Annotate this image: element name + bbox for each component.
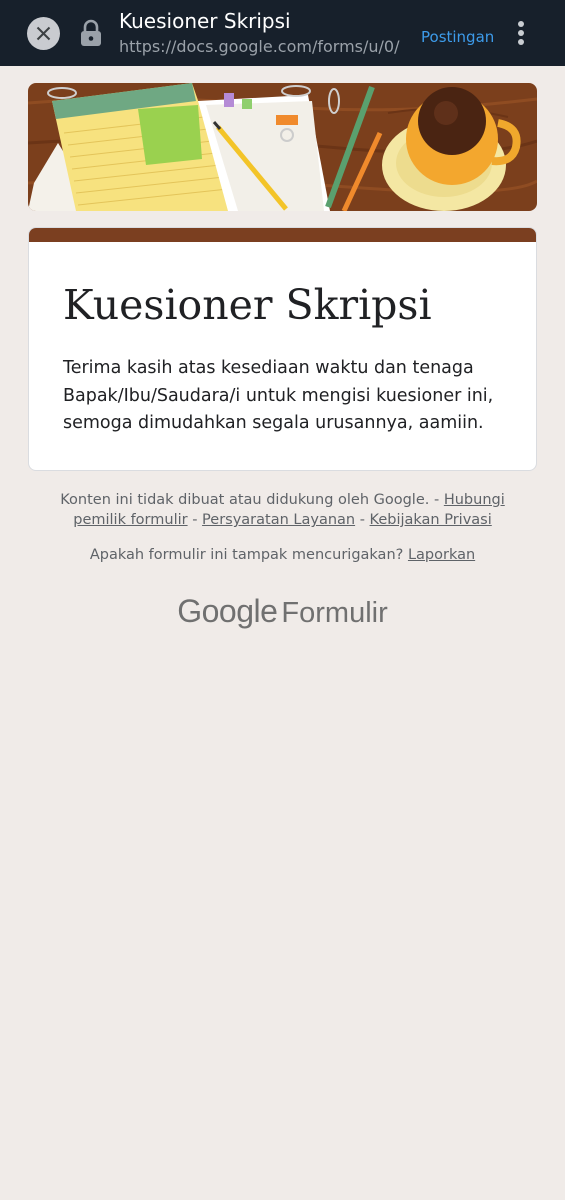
more-vert-icon[interactable] (509, 19, 533, 47)
url-text[interactable]: https://docs.google.com/forms/u/0/ (119, 36, 406, 58)
page-title: Kuesioner Skripsi (119, 9, 291, 33)
form-header-card: Kuesioner Skripsi Terima kasih atas kese… (28, 227, 537, 471)
lock-icon[interactable] (79, 19, 103, 47)
footer-report: Apakah formulir ini tampak mencurigakan?… (40, 545, 525, 565)
desk-illustration (28, 83, 537, 211)
post-button[interactable]: Postingan (421, 27, 494, 47)
terms-link[interactable]: Persyaratan Layanan (202, 512, 355, 528)
separator: - (429, 492, 444, 508)
form-title: Kuesioner Skripsi (63, 281, 432, 329)
disclaimer-text: Konten ini tidak dibuat atau didukung ol… (60, 492, 430, 508)
header-banner (28, 83, 537, 211)
form-description: Terima kasih atas kesediaan waktu dan te… (63, 358, 494, 433)
report-question: Apakah formulir ini tampak mencurigakan? (89, 547, 404, 563)
browser-top-bar: Kuesioner Skripsi https://docs.google.co… (0, 0, 565, 66)
card-accent-bar (29, 228, 536, 242)
brand-google-text: Google (177, 593, 278, 629)
close-button[interactable] (27, 17, 60, 50)
brand-product-text: Formulir (281, 597, 388, 629)
google-forms-logo[interactable]: Google Formulir (0, 593, 565, 630)
close-icon (36, 26, 51, 41)
footer-disclaimer: Konten ini tidak dibuat atau didukung ol… (40, 490, 525, 530)
separator: - (355, 512, 370, 528)
report-link[interactable]: Laporkan (408, 547, 475, 563)
privacy-link[interactable]: Kebijakan Privasi (370, 512, 492, 528)
separator: - (187, 512, 203, 528)
